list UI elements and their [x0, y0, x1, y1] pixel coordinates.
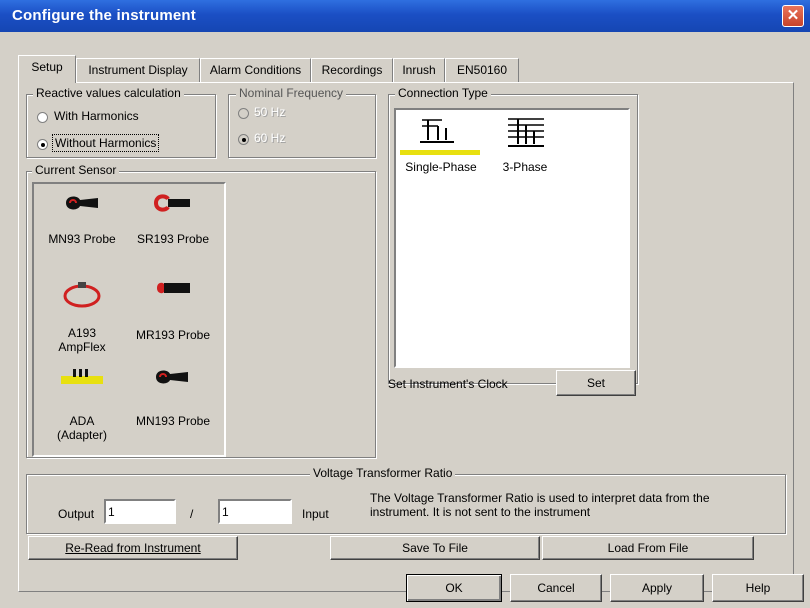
- freq-60hz-radio[interactable]: [238, 134, 249, 145]
- with-harmonics-label[interactable]: With Harmonics: [54, 109, 139, 123]
- current-sensor-label: Current Sensor: [32, 163, 120, 177]
- clamp-probe-icon: [156, 370, 188, 384]
- title-bar: Configure the instrument ✕: [0, 0, 810, 32]
- vt-ratio-note: The Voltage Transformer Ratio is used to…: [370, 491, 710, 519]
- close-icon: ✕: [786, 7, 800, 24]
- connection-type-label: Connection Type: [395, 86, 491, 100]
- sensor-a193-ampflex[interactable]: A193 AmpFlex: [40, 278, 124, 354]
- apply-button[interactable]: Apply: [610, 574, 704, 602]
- vt-output-input[interactable]: [104, 499, 176, 524]
- without-harmonics-radio[interactable]: [37, 139, 48, 150]
- vt-input-input[interactable]: [218, 499, 292, 524]
- vt-separator: /: [190, 507, 194, 521]
- nominal-frequency-label: Nominal Frequency: [236, 86, 347, 100]
- single-phase-icon: [420, 119, 454, 143]
- freq-60hz-label: 60 Hz: [254, 131, 286, 145]
- save-to-file-button[interactable]: Save To File: [330, 536, 540, 560]
- sr-clamp-icon: [154, 194, 190, 212]
- window-title: Configure the instrument: [12, 7, 196, 24]
- clamp-probe-icon: [66, 196, 98, 210]
- freq-50hz-radio[interactable]: [238, 108, 249, 119]
- set-clock-button[interactable]: Set: [556, 370, 636, 396]
- tab-alarm-conditions[interactable]: Alarm Conditions: [200, 58, 311, 82]
- sensor-sr193[interactable]: SR193 Probe: [128, 192, 218, 252]
- tab-inrush[interactable]: Inrush: [393, 58, 445, 82]
- vt-ratio-label: Voltage Transformer Ratio: [310, 466, 456, 480]
- sensor-mn93[interactable]: MN93 Probe: [40, 192, 124, 252]
- with-harmonics-radio[interactable]: [37, 112, 48, 123]
- reread-button[interactable]: Re-Read from Instrument: [28, 536, 238, 560]
- connection-three-phase[interactable]: 3-Phase: [490, 114, 560, 178]
- tab-setup[interactable]: Setup: [18, 55, 76, 83]
- nominal-frequency-group: [228, 94, 376, 158]
- ok-button[interactable]: OK: [406, 574, 502, 602]
- freq-50hz-label: 50 Hz: [254, 105, 286, 119]
- without-harmonics-label[interactable]: Without Harmonics: [52, 134, 160, 152]
- load-from-file-button[interactable]: Load From File: [542, 536, 754, 560]
- single-phase-highlight: [400, 150, 480, 155]
- adapter-icon: [61, 369, 103, 384]
- close-button[interactable]: ✕: [782, 5, 804, 27]
- tab-recordings[interactable]: Recordings: [311, 58, 393, 82]
- three-phase-icon: [508, 118, 544, 147]
- set-clock-label: Set Instrument's Clock: [388, 377, 508, 391]
- tab-en50160[interactable]: EN50160: [445, 58, 519, 82]
- connection-single-phase[interactable]: Single-Phase: [398, 114, 484, 178]
- reactive-values-label: Reactive values calculation: [33, 86, 184, 100]
- sensor-mn193[interactable]: MN193 Probe: [128, 366, 218, 428]
- ampflex-loop-icon: [63, 282, 101, 308]
- help-button[interactable]: Help: [712, 574, 804, 602]
- vt-input-label: Input: [302, 507, 329, 521]
- vt-output-label: Output: [58, 507, 95, 521]
- mr-probe-icon: [157, 282, 190, 294]
- cancel-button[interactable]: Cancel: [510, 574, 602, 602]
- tab-instrument-display[interactable]: Instrument Display: [76, 58, 200, 82]
- sensor-ada-adapter[interactable]: ADA (Adapter): [40, 366, 124, 450]
- sensor-mr193[interactable]: MR193 Probe: [128, 278, 218, 342]
